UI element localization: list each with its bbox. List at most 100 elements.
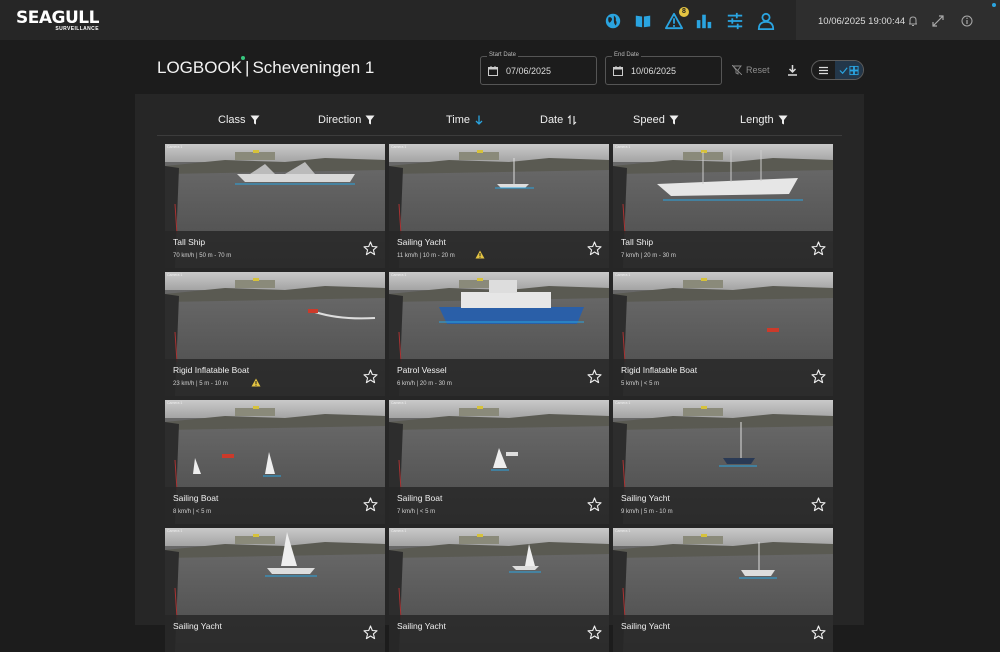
camera-label: Camera 1 [167,145,183,149]
location-name[interactable]: Scheveningen 1 [252,58,374,77]
vessel-class: Sailing Boat [173,493,219,503]
detection-card[interactable]: Camera 1 Tall Ship 70 km/h | 50 m - 70 m [165,144,385,268]
end-date-value[interactable]: 10/06/2025 [631,66,676,76]
column-header-date[interactable]: Date [540,114,577,126]
camera-label: Camera 1 [615,529,631,533]
camera-label: Camera 1 [391,145,407,149]
column-header-label: Date [540,114,564,126]
detection-card[interactable]: Camera 1 Tall Ship 7 km/h | 20 m - 30 m [613,144,833,268]
sliders-icon[interactable] [725,11,745,31]
top-bar: SEAGULL SURVEILLANCE 8 10/06/2025 19:00:… [0,0,1000,40]
alert-icon[interactable]: 8 [664,7,689,31]
list-icon [819,66,829,74]
download-icon[interactable] [787,64,798,76]
status-dot [992,3,996,7]
star-icon[interactable] [363,497,378,512]
star-icon[interactable] [363,241,378,256]
detection-card[interactable]: Camera 1 Rigid Inflatable Boat 23 km/h | 5… [165,272,385,396]
detection-card[interactable]: Camera 1 Sailing Yacht 9 km/h | 5 m - 10 m [613,400,833,524]
vessel-meta: 8 km/h | < 5 m [173,509,212,515]
vessel-class: Sailing Yacht [621,493,670,503]
vessel-meta: 7 km/h | 20 m - 30 m [621,253,676,259]
book-icon[interactable] [633,11,653,31]
detection-card[interactable]: Camera 1 Sailing Yacht [613,528,833,652]
warning-icon [251,378,261,387]
filter-icon[interactable] [778,115,788,125]
star-icon[interactable] [811,497,826,512]
reset-button[interactable]: Reset [732,65,770,75]
column-header-label: Direction [318,114,362,126]
clock: 10/06/2025 19:00:44 [818,16,906,27]
star-icon[interactable] [363,369,378,384]
column-header-label: Speed [633,114,665,126]
page-title: LOGBOOK | Scheveningen 1 [157,56,374,78]
start-date-field[interactable]: Start Date 07/06/2025 [480,52,597,85]
camera-label: Camera 1 [391,401,407,405]
detection-card[interactable]: Camera 1 Rigid Inflatable Boat 5 km/h | < … [613,272,833,396]
location-status-dot [241,56,245,60]
column-header-time[interactable]: Time [446,114,484,126]
vessel-meta: 7 km/h | < 5 m [397,509,436,515]
column-header-label: Length [740,114,774,126]
star-icon[interactable] [811,625,826,640]
seagull-logo[interactable]: SEAGULL SURVEILLANCE [16,8,99,33]
detection-card[interactable]: Camera 1 Sailing Yacht 11 km/h | 10 m - 20… [389,144,609,268]
vessel-meta: 70 km/h | 50 m - 70 m [173,253,232,259]
grid-view-button[interactable] [835,61,863,79]
vessel-class: Tall Ship [621,237,654,247]
vessel-class: Rigid Inflatable Boat [173,365,250,375]
vessel-class: Patrol Vessel [397,365,447,375]
filter-clear-icon [732,65,742,75]
list-view-button[interactable] [812,61,835,79]
detection-card[interactable]: Camera 1 Sailing Yacht [389,528,609,652]
end-date-field[interactable]: End Date 10/06/2025 [605,52,722,85]
vessel-class: Rigid Inflatable Boat [621,365,698,375]
vessel-class: Sailing Yacht [397,237,446,247]
filter-icon[interactable] [250,115,260,125]
calendar-icon[interactable] [613,66,623,76]
bar-chart-icon[interactable] [694,11,714,31]
detection-card[interactable]: Camera 1 Sailing Yacht [165,528,385,652]
detection-card[interactable]: Camera 1 Sailing Boat 8 km/h | < 5 m [165,400,385,524]
globe-icon[interactable] [603,11,623,31]
star-icon[interactable] [811,241,826,256]
star-icon[interactable] [587,241,602,256]
calendar-icon[interactable] [488,66,498,76]
star-icon[interactable] [587,497,602,512]
warning-icon [475,250,485,259]
star-icon[interactable] [811,369,826,384]
column-header-class[interactable]: Class [218,114,260,126]
logo-text: SEAGULL [16,8,99,28]
page-title-main: LOGBOOK [157,58,243,77]
sort-down-icon[interactable] [474,115,484,125]
start-date-value[interactable]: 07/06/2025 [506,66,551,76]
camera-label: Camera 1 [391,273,407,277]
star-icon[interactable] [363,625,378,640]
filter-icon[interactable] [669,115,679,125]
vessel-class: Sailing Boat [397,493,443,503]
star-icon[interactable] [587,369,602,384]
column-header-speed[interactable]: Speed [633,114,679,126]
sort-icon[interactable] [567,115,577,125]
camera-label: Camera 1 [615,401,631,405]
column-header-direction[interactable]: Direction [318,114,375,126]
start-date-label: Start Date [487,52,519,58]
vessel-meta: 11 km/h | 10 m - 20 m [397,253,455,259]
filter-icon[interactable] [365,115,375,125]
end-date-label: End Date [612,52,642,58]
detection-card[interactable]: Camera 1 Patrol Vessel 6 km/h | 20 m - 30 … [389,272,609,396]
bell-icon[interactable] [907,14,919,26]
vessel-meta: 6 km/h | 20 m - 30 m [397,381,452,387]
alert-count-badge: 8 [679,7,689,17]
view-toggle[interactable] [811,60,864,80]
column-header-length[interactable]: Length [740,114,788,126]
vessel-meta: 5 km/h | < 5 m [621,381,660,387]
user-icon[interactable] [756,11,776,31]
info-icon[interactable] [961,14,973,27]
camera-label: Camera 1 [167,401,183,405]
reset-label: Reset [746,65,770,75]
fullscreen-icon[interactable] [932,14,944,27]
star-icon[interactable] [587,625,602,640]
camera-label: Camera 1 [615,273,631,277]
detection-card[interactable]: Camera 1 Sailing Boat 7 km/h | < 5 m [389,400,609,524]
